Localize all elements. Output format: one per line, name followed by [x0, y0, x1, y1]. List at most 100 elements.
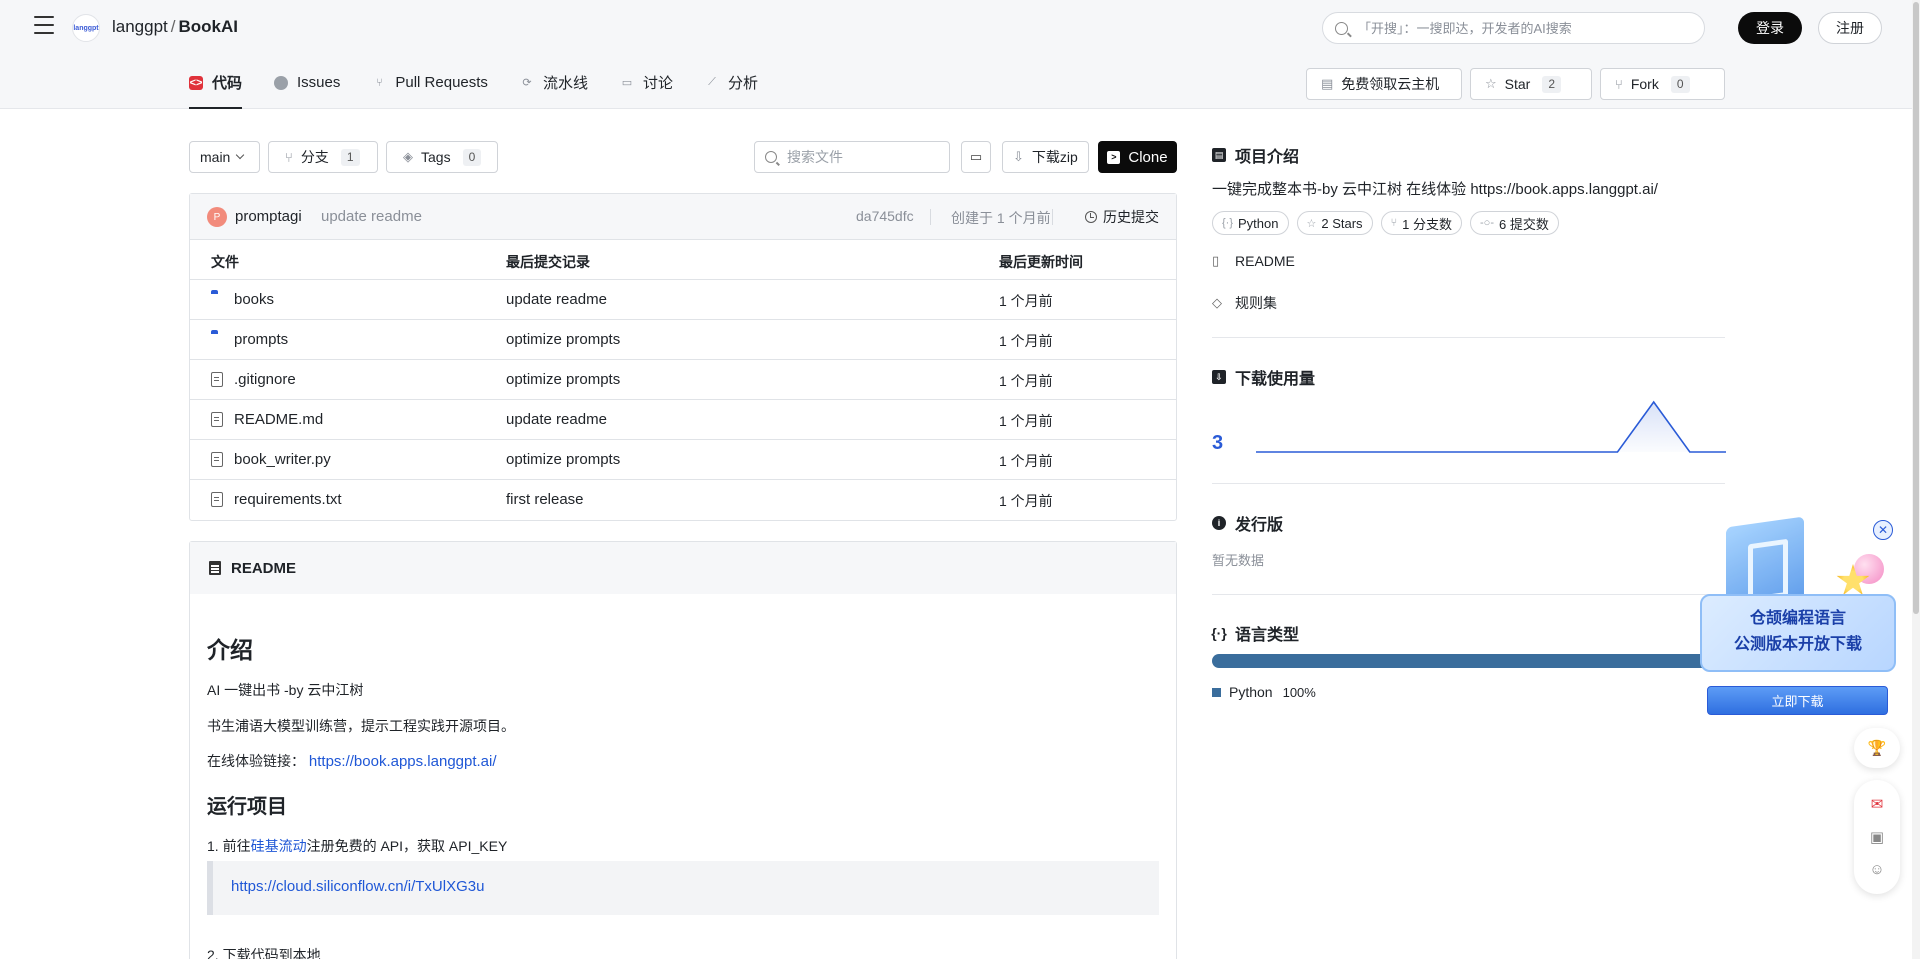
star-count: 2 [1542, 75, 1562, 93]
promo-line: 公测版本开放下载 [1733, 636, 1862, 653]
siliconflow-link[interactable]: 硅基流动 [251, 838, 307, 854]
global-search-input[interactable] [1358, 20, 1678, 36]
tab-analytics[interactable]: ⟋ 分析 [705, 56, 758, 109]
server-icon: ▤ [1321, 76, 1334, 91]
promo-download-button[interactable]: 立即下载 [1707, 686, 1888, 715]
file-name-link[interactable]: requirements.txt [234, 491, 342, 508]
table-row[interactable]: requirements.txt first release 1 个月前 [190, 480, 1176, 520]
clone-button[interactable]: > Clone [1098, 141, 1177, 173]
emoji-icon[interactable]: ☺ [1868, 861, 1886, 879]
stars-badge[interactable]: ☆ 2 Stars [1296, 211, 1373, 235]
link-label: 规则集 [1235, 295, 1277, 311]
table-row[interactable]: .gitignore optimize prompts 1 个月前 [190, 360, 1176, 400]
fork-icon: ⑂ [1615, 76, 1623, 92]
repo-name-link[interactable]: BookAI [179, 17, 239, 36]
commit-hash[interactable]: da745dfc [856, 208, 914, 224]
tab-label: Pull Requests [395, 74, 488, 91]
history-commits-link[interactable]: 历史提交 [1085, 207, 1159, 227]
file-search-input[interactable] [787, 149, 937, 165]
siliconflow-invite-link[interactable]: https://cloud.siliconflow.cn/i/TxUlXG3u [231, 878, 484, 895]
scrollbar-thumb[interactable] [1913, 2, 1919, 614]
chat-icon[interactable]: ✉ [1868, 795, 1886, 813]
tab-code[interactable]: <> 代码 [189, 56, 243, 109]
downloads-section-title: ⇩ 下载使用量 [1212, 365, 1315, 389]
table-row[interactable]: prompts optimize prompts 1 个月前 [190, 320, 1176, 360]
cloud-label: 免费领取云主机 [1341, 76, 1440, 92]
free-cloud-host-button[interactable]: ▤ 免费领取云主机 [1306, 68, 1462, 100]
updated-time: 1 个月前 [999, 373, 1053, 389]
page-scrollbar[interactable] [1912, 0, 1920, 959]
download-icon: ⇩ [1212, 370, 1226, 384]
tab-issues[interactable]: Issues [274, 56, 340, 109]
commit-message-link[interactable]: optimize prompts [506, 451, 620, 468]
commit-message-link[interactable]: first release [506, 491, 584, 508]
readme-text: 在线体验链接： [207, 753, 305, 769]
divider [1212, 483, 1725, 484]
menu-icon[interactable] [34, 16, 54, 34]
star-icon: ☆ [1306, 217, 1317, 230]
tab-discussion[interactable]: ▭ 讨论 [620, 56, 673, 109]
table-row[interactable]: books update readme 1 个月前 [190, 280, 1176, 320]
owner-link[interactable]: langgpt [112, 17, 168, 36]
commit-message-link[interactable]: update readme [506, 291, 607, 308]
commits-badge[interactable]: -○- 6 提交数 [1470, 211, 1559, 235]
downloads-sparkline [1256, 400, 1726, 453]
tags-count: 0 [462, 148, 482, 166]
branches-button[interactable]: ⑂ 分支 1 [268, 141, 378, 173]
tab-label: 流水线 [542, 75, 588, 92]
demo-link[interactable]: https://book.apps.langgpt.ai/ [309, 753, 497, 770]
file-name-link[interactable]: books [234, 291, 274, 308]
braces-icon: {·} [1222, 217, 1234, 229]
commit-message-link[interactable]: optimize prompts [506, 371, 620, 388]
commit-message-link[interactable]: optimize prompts [506, 331, 620, 348]
star-button[interactable]: ☆ Star 2 [1470, 68, 1592, 100]
readme-paragraph: AI 一键出书 -by 云中江树 [207, 682, 364, 698]
tag-icon: ◈ [403, 149, 413, 164]
floating-reward[interactable]: 🏆 [1854, 728, 1900, 768]
pull-request-icon: ⑂ [376, 76, 383, 89]
branch-selector[interactable]: main [189, 141, 260, 173]
avatar[interactable]: P [207, 207, 227, 227]
fork-button[interactable]: ⑂ Fork 0 [1600, 68, 1725, 100]
fork-label: Fork [1630, 76, 1659, 92]
commit-message-link[interactable]: update readme [506, 411, 607, 428]
tab-pipeline[interactable]: ⟳ 流水线 [520, 56, 588, 109]
commit-author[interactable]: promptagi [235, 208, 302, 225]
file-table: P promptagi update readme da745dfc 创建于 1… [189, 193, 1177, 521]
table-row[interactable]: book_writer.py optimize prompts 1 个月前 [190, 440, 1176, 480]
readme-heading-intro: 介绍 [207, 637, 253, 663]
commit-message[interactable]: update readme [321, 208, 422, 225]
login-button[interactable]: 登录 [1738, 12, 1802, 44]
commit-time: 创建于 1 个月前 [951, 210, 1051, 226]
sparkline-area [1256, 402, 1726, 452]
tab-pull-requests[interactable]: ⑂ Pull Requests [372, 56, 488, 109]
info-icon: i [1212, 516, 1226, 530]
file-name-link[interactable]: README.md [234, 411, 323, 428]
branches-badge[interactable]: ⑂ 1 分支数 [1380, 211, 1463, 235]
global-search[interactable] [1322, 12, 1705, 44]
file-icon [211, 412, 223, 427]
web-ide-button[interactable]: ▭ [961, 141, 991, 173]
file-name-link[interactable]: prompts [234, 331, 288, 348]
file-name-link[interactable]: book_writer.py [234, 451, 331, 468]
badge-label: Python [1238, 215, 1279, 231]
download-zip-button[interactable]: ⇩ 下载zip [1002, 141, 1089, 173]
file-search[interactable] [754, 141, 950, 173]
file-name-link[interactable]: .gitignore [234, 371, 296, 388]
close-icon[interactable]: ✕ [1873, 520, 1893, 540]
cangjie-promo[interactable]: 仓颉编程语言 公测版本开放下载 [1696, 514, 1898, 676]
readme-link[interactable]: ▯ README [1212, 253, 1295, 269]
table-row[interactable]: README.md update readme 1 个月前 [190, 400, 1176, 440]
branch-icon: ⑂ [285, 149, 293, 165]
org-logo[interactable]: langgpt [72, 14, 100, 42]
book-icon: ▤ [1212, 148, 1226, 162]
rules-link[interactable]: ◇ 规则集 [1212, 293, 1277, 313]
history-label: 历史提交 [1103, 209, 1159, 225]
tags-button[interactable]: ◈ Tags 0 [386, 141, 498, 173]
feedback-icon[interactable]: ▣ [1868, 828, 1886, 846]
chevron-down-icon [236, 150, 245, 160]
divider [1212, 594, 1725, 595]
register-button[interactable]: 注册 [1818, 12, 1882, 44]
document-icon: ▯ [1212, 253, 1220, 268]
language-badge[interactable]: {·} Python [1212, 211, 1289, 235]
